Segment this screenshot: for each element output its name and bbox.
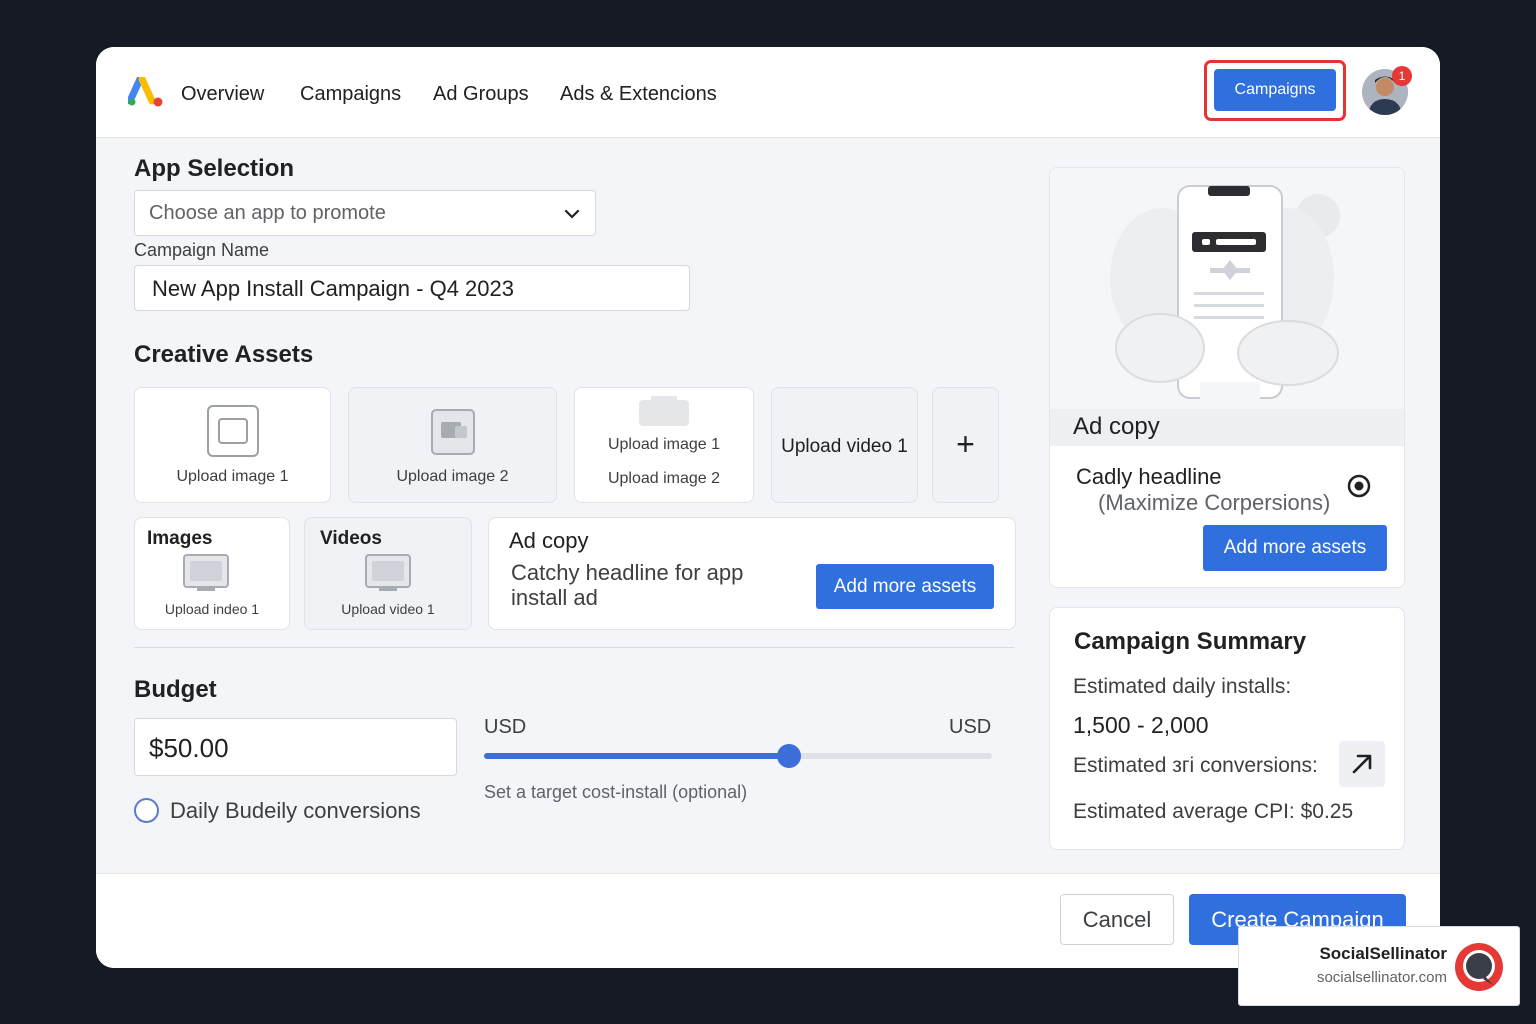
videos-card[interactable]: Videos Upload video 1 bbox=[304, 517, 472, 630]
arrow-up-right-icon bbox=[1352, 754, 1372, 774]
ad-copy-strip: Ad copy bbox=[1050, 409, 1404, 446]
socialsellinator-logo-icon bbox=[1455, 943, 1503, 991]
campaign-window: Overview Campaigns Ad Groups Ads & Exten… bbox=[96, 47, 1440, 968]
expand-arrow-button[interactable] bbox=[1339, 741, 1385, 787]
daily-installs-value: 1,500 - 2,000 bbox=[1073, 712, 1209, 738]
ad-copy-card: Ad copy Catchy headline for app install … bbox=[488, 517, 1016, 630]
ad-preview-illustration bbox=[1050, 168, 1404, 409]
campaign-summary-card: Campaign Summary Estimated daily install… bbox=[1049, 607, 1405, 850]
currency-label-right: USD bbox=[949, 716, 992, 738]
preview-add-more-assets-button[interactable]: Add more assets bbox=[1203, 525, 1387, 571]
nav-ads-extensions[interactable]: Ads & Extencions bbox=[560, 83, 717, 106]
daily-budget-radio[interactable] bbox=[134, 798, 159, 823]
monitor-icon bbox=[183, 554, 229, 591]
upload-video-1-tile[interactable]: Upload video 1 bbox=[771, 387, 918, 503]
socialsellinator-watermark: SocialSellinator socialsellinator.com bbox=[1238, 926, 1520, 1006]
images-card-caption: Upload indeo 1 bbox=[164, 601, 260, 617]
ad-copy-title: Ad copy bbox=[509, 528, 589, 553]
upload-image-2-tile[interactable]: Upload image 2 bbox=[348, 387, 557, 503]
notification-badge: 1 bbox=[1392, 66, 1412, 86]
creative-assets-heading: Creative Assets bbox=[134, 341, 314, 368]
images-card[interactable]: Images Upload indeo 1 bbox=[134, 517, 290, 630]
upload-images-stack-tile[interactable]: Upload image 1 Upload image 2 bbox=[574, 387, 754, 503]
budget-amount-field[interactable]: $50.00 bbox=[134, 718, 457, 776]
upload-image-1-tile[interactable]: Upload image 1 bbox=[134, 387, 331, 503]
app-select-placeholder: Choose an app to promote bbox=[149, 202, 386, 224]
app-selection-heading: App Selection bbox=[134, 155, 295, 182]
stacked-upload-image-2-label: Upload image 2 bbox=[607, 470, 721, 487]
add-more-assets-button[interactable]: Add more assets bbox=[816, 564, 994, 609]
average-cpi-label: Estimated average CPI: $0.25 bbox=[1073, 800, 1354, 823]
nav-overview[interactable]: Overview bbox=[181, 83, 264, 106]
add-asset-button[interactable]: + bbox=[932, 387, 999, 503]
upload-image-2-label: Upload image 2 bbox=[396, 468, 509, 485]
monitor-icon bbox=[365, 554, 411, 591]
campaign-name-value: New App Install Campaign - Q4 2023 bbox=[152, 276, 514, 301]
preview-ad-copy-label: Ad copy bbox=[1073, 413, 1160, 440]
campaigns-button[interactable]: Campaigns bbox=[1214, 69, 1336, 111]
budget-heading: Budget bbox=[134, 676, 217, 703]
top-nav: Overview Campaigns Ad Groups Ads & Exten… bbox=[96, 47, 1440, 138]
videos-card-title: Videos bbox=[320, 528, 382, 549]
images-card-title: Images bbox=[147, 528, 213, 549]
preview-headline: Cadly headline bbox=[1076, 464, 1222, 489]
plus-icon: + bbox=[956, 426, 975, 462]
ad-copy-body: Catchy headline for app install ad bbox=[511, 560, 744, 610]
preview-subline: (Maximize Corpersions) bbox=[1098, 490, 1331, 515]
budget-amount-value: $50.00 bbox=[149, 733, 229, 763]
video-placeholder-icon bbox=[639, 396, 689, 426]
currency-label-left: USD bbox=[484, 716, 527, 738]
daily-budget-radio-label: Daily Budeily conversions bbox=[170, 798, 421, 823]
daily-installs-label: Estimated daily installs: bbox=[1073, 675, 1292, 698]
campaign-summary-title: Campaign Summary bbox=[1074, 628, 1307, 655]
slider-note: Set a target cost-install (optional) bbox=[484, 782, 748, 802]
phone-illustration-icon bbox=[1110, 185, 1340, 409]
slider-thumb[interactable] bbox=[776, 744, 801, 768]
conversions-label: Estimated згi conversions: bbox=[1073, 754, 1318, 777]
target-icon[interactable] bbox=[1347, 474, 1371, 498]
videos-card-caption: Upload video 1 bbox=[341, 601, 435, 617]
watermark-url: socialsellinator.com bbox=[1316, 969, 1447, 986]
nav-ad-groups[interactable]: Ad Groups bbox=[433, 83, 529, 106]
app-select-dropdown[interactable]: Choose an app to promote bbox=[134, 190, 596, 236]
stacked-upload-image-1-label: Upload image 1 bbox=[607, 436, 721, 453]
section-divider bbox=[134, 647, 1014, 648]
image-upload-icon bbox=[431, 409, 475, 455]
target-cost-slider[interactable] bbox=[484, 744, 992, 768]
chevron-down-icon bbox=[564, 209, 580, 219]
nav-campaigns[interactable]: Campaigns bbox=[300, 83, 401, 106]
campaign-name-field[interactable]: New App Install Campaign - Q4 2023 bbox=[134, 265, 690, 311]
slider-fill bbox=[484, 753, 789, 759]
image-placeholder-icon bbox=[207, 405, 259, 457]
upload-image-1-label: Upload image 1 bbox=[176, 468, 289, 485]
campaign-name-label: Campaign Name bbox=[134, 240, 270, 260]
upload-video-1-label: Upload video 1 bbox=[781, 436, 908, 457]
watermark-name: SocialSellinator bbox=[1319, 944, 1447, 963]
google-ads-logo-icon bbox=[128, 77, 163, 107]
ad-preview-card: Ad copy Cadly headline (Maximize Corpers… bbox=[1049, 167, 1405, 588]
cancel-button[interactable]: Cancel bbox=[1060, 894, 1174, 945]
